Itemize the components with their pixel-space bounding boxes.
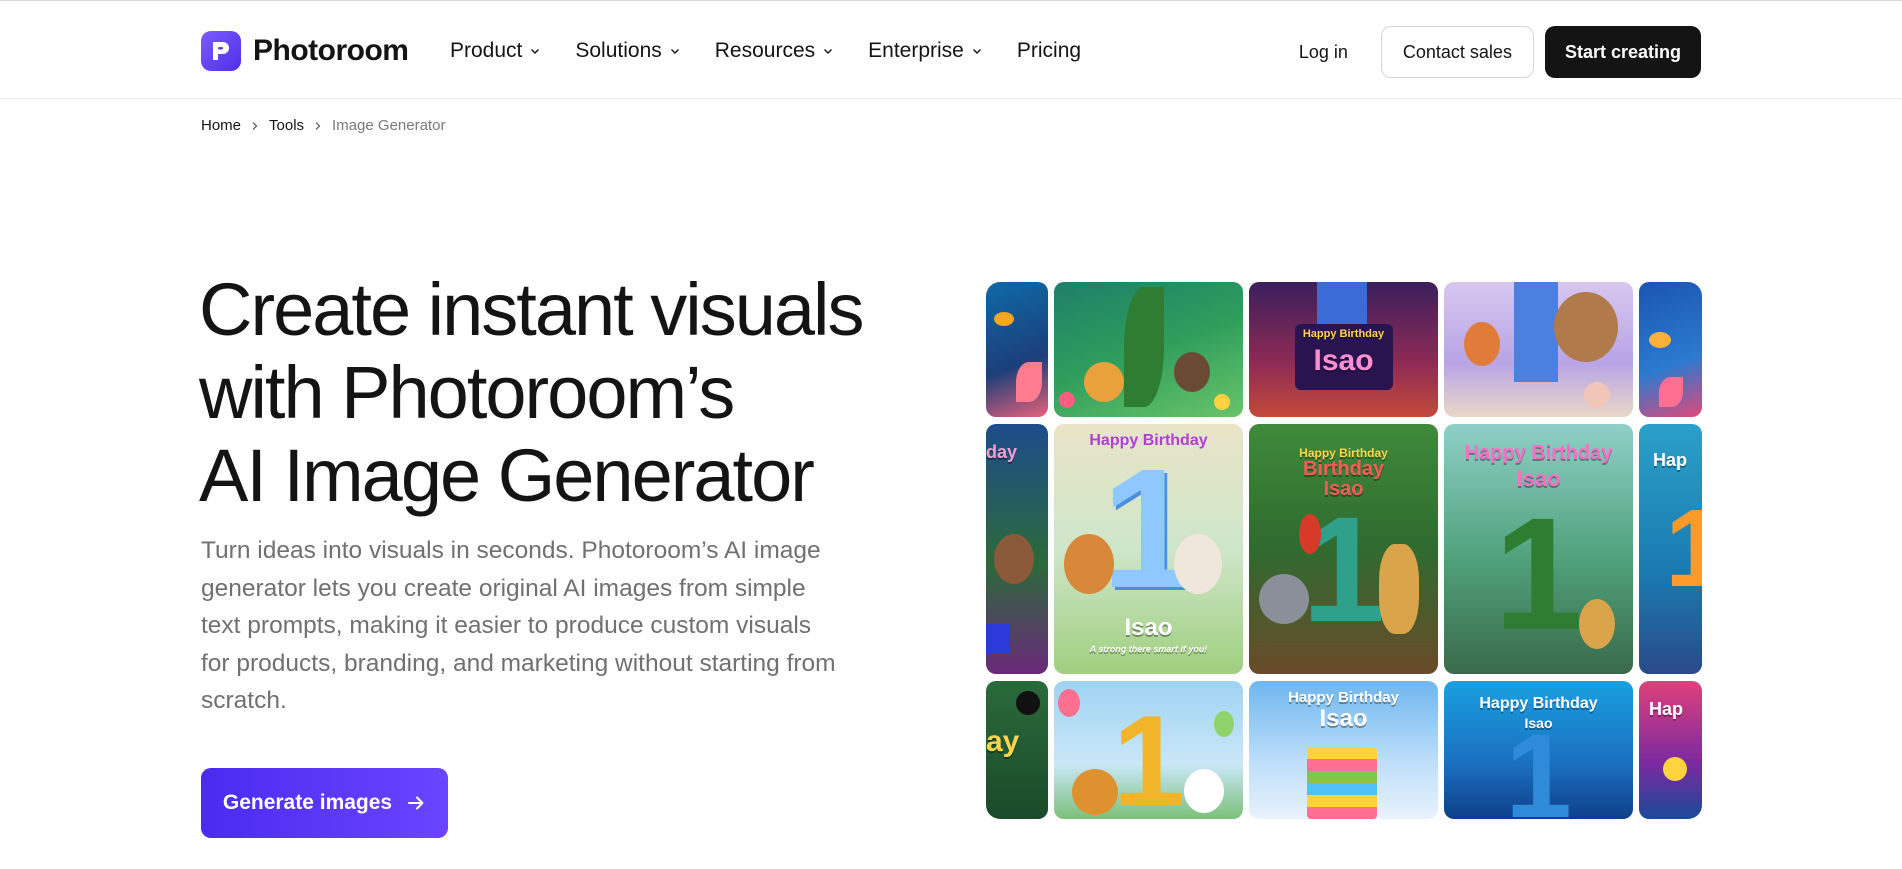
arrow-right-icon <box>408 796 424 810</box>
nav-label: Pricing <box>1016 39 1082 62</box>
cta-label: Generate images <box>222 791 393 814</box>
image-caption: 1 <box>1665 487 1702 610</box>
image-caption: day <box>986 442 1018 462</box>
chevron-right-icon <box>315 121 321 130</box>
breadcrumb-home[interactable]: Home <box>201 117 241 134</box>
chevron-down-icon <box>670 49 679 54</box>
image-caption: 1 <box>1505 709 1572 819</box>
nav-item-pricing[interactable]: Pricing <box>1017 39 1081 63</box>
gallery-image: day <box>986 424 1048 674</box>
gallery-image <box>1639 282 1702 417</box>
image-caption: A strong there smart if you! <box>1089 644 1208 654</box>
title-line-1: Create instant visuals <box>199 268 864 351</box>
image-caption: Happy Birthday <box>1464 442 1613 464</box>
generate-images-button[interactable]: Generate images <box>201 768 448 838</box>
nav-item-resources[interactable]: Resources <box>715 39 833 63</box>
nav-item-solutions[interactable]: Solutions <box>575 39 679 63</box>
image-caption: Isao <box>1124 614 1173 641</box>
chevron-down-icon <box>972 49 981 54</box>
image-caption: Isao <box>1319 705 1368 732</box>
brand-name: Photoroom <box>253 34 409 67</box>
gallery-image <box>986 282 1048 417</box>
breadcrumb-tools[interactable]: Tools <box>269 117 304 134</box>
nav-label: Resources <box>714 39 816 62</box>
brand-logo[interactable]: Photoroom <box>201 31 409 71</box>
gallery-image: 1 <box>1054 681 1243 819</box>
gallery-image <box>1444 282 1633 417</box>
header-actions: Log in Contact sales Start creating <box>1277 26 1701 78</box>
chevron-right-icon <box>252 121 258 130</box>
hero-description: Turn ideas into visuals in seconds. Phot… <box>201 537 836 714</box>
nav-item-product[interactable]: Product <box>450 39 540 63</box>
gallery-image: Happy Birthday 1 Isao A strong there sma… <box>1054 424 1243 674</box>
image-caption: Hap <box>1649 699 1684 719</box>
gallery-image: Hap 1 <box>1639 424 1702 674</box>
gallery-image <box>1054 282 1243 417</box>
image-caption: Happy Birthday <box>1288 689 1399 706</box>
image-caption: Happy Birthday <box>1302 328 1385 340</box>
breadcrumb: Home Tools Image Generator <box>201 117 445 134</box>
gallery-image: Happy Birthday Isao <box>1249 681 1438 819</box>
image-caption: Isao <box>1313 344 1374 377</box>
gallery-image: Happy Birthday Isao 1 <box>1444 424 1633 674</box>
title-line-2: with Photoroom’s <box>199 351 735 434</box>
contact-sales-button[interactable]: Contact sales <box>1380 26 1534 78</box>
page-title: Create instant visuals with Photoroom’s … <box>199 268 919 517</box>
image-caption: ay <box>986 725 1020 758</box>
gallery-image: Happy Birthday Isao 1 <box>1444 681 1633 819</box>
nav-label: Solutions <box>575 39 662 62</box>
chevron-down-icon <box>531 49 540 54</box>
title-line-3: AI Image Generator <box>199 434 815 517</box>
chevron-down-icon <box>824 49 833 54</box>
gallery-image: Hap <box>1639 681 1702 819</box>
main-nav: Product Solutions Resources Enterprise P… <box>450 39 1116 63</box>
image-caption: Hap <box>1653 450 1688 470</box>
nav-label: Product <box>450 39 523 62</box>
gallery-image: Happy Birthday Isao <box>1249 282 1438 417</box>
login-link[interactable]: Log in <box>1277 26 1370 78</box>
nav-label: Enterprise <box>868 39 964 62</box>
photoroom-logo-icon <box>201 31 241 71</box>
nav-item-enterprise[interactable]: Enterprise <box>868 39 982 63</box>
breadcrumb-current: Image Generator <box>332 117 446 134</box>
gallery-image: ay <box>986 681 1048 819</box>
site-header: Photoroom Product Solutions Resources En… <box>0 1 1902 99</box>
gallery-image: Happy Birthday Birthday Isao 1 <box>1249 424 1438 674</box>
image-caption: 1 <box>1101 434 1196 624</box>
ai-image-gallery: Happy Birthday Isao day Happy Birthday 1… <box>986 282 1702 819</box>
start-creating-button[interactable]: Start creating <box>1544 26 1701 78</box>
